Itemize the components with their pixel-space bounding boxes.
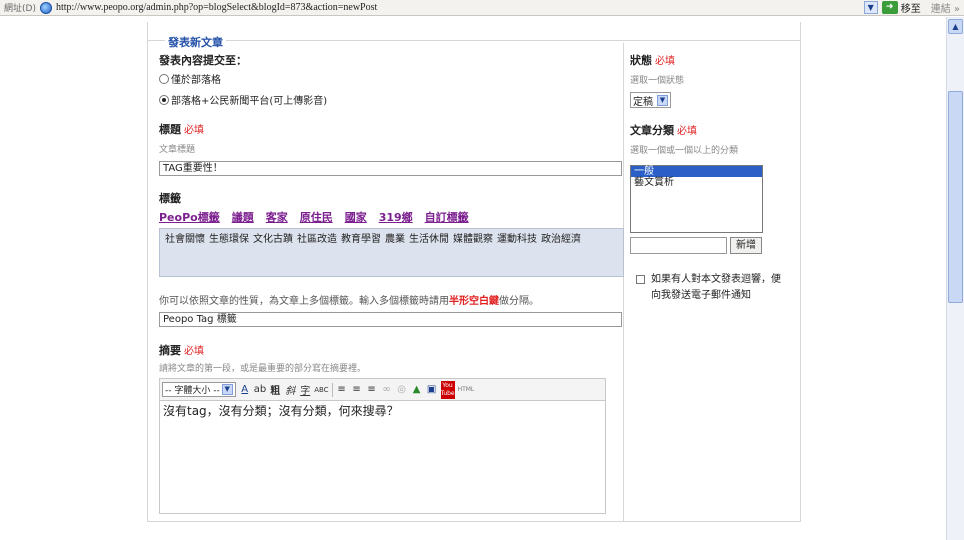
- go-button[interactable]: 移至: [901, 0, 921, 15]
- chevron-down-icon: ▼: [657, 94, 668, 106]
- italic-button[interactable]: 斜: [284, 382, 296, 397]
- tag-item[interactable]: 運動科技: [497, 234, 537, 245]
- add-category-row: 新增: [630, 237, 795, 254]
- scrollbar-thumb[interactable]: [948, 91, 963, 303]
- youtube-icon[interactable]: You Tube: [440, 380, 455, 399]
- tag-tab-hakka[interactable]: 客家: [266, 209, 288, 225]
- title-label: 標題: [159, 123, 181, 136]
- tag-category-nav: PeoPo標籤 議題 客家 原住民 國家 319鄉 自訂標籤: [159, 209, 624, 225]
- tag-item[interactable]: 社區改造: [297, 234, 337, 245]
- tags-instruction-text: 你可以依照文章的性質，為文章上多個標籤。輸入多個標籤時請用: [159, 296, 449, 307]
- font-color-icon[interactable]: A: [239, 384, 251, 395]
- insert-image-icon[interactable]: ▲: [411, 384, 423, 395]
- address-input[interactable]: http://www.peopo.org/admin.php?op=blogSe…: [56, 2, 864, 13]
- tag-item[interactable]: 生活休閒: [409, 234, 449, 245]
- notify-label: 如果有人對本文發表迴響，便向我發送電子郵件通知: [651, 274, 781, 301]
- address-dropdown-icon[interactable]: ▼: [863, 1, 878, 14]
- add-category-button[interactable]: 新增: [730, 237, 762, 254]
- title-input[interactable]: TAG重要性！: [159, 161, 622, 176]
- tag-tab-issues[interactable]: 議題: [232, 209, 254, 225]
- insert-media-icon[interactable]: ▣: [426, 384, 438, 395]
- radio-blog-only[interactable]: [159, 73, 169, 84]
- font-size-value: -- 字體大小 --: [165, 386, 220, 396]
- tag-tab-country[interactable]: 國家: [345, 209, 367, 225]
- tag-item[interactable]: 教育學習: [341, 234, 381, 245]
- new-category-input[interactable]: [630, 237, 727, 254]
- go-arrow-icon[interactable]: ➜: [881, 1, 898, 14]
- post-to-option-blog[interactable]: 僅於部落格: [159, 71, 624, 86]
- summary-hint: 請將文章的第一段，或是最重要的部分寫在摘要裡。: [159, 364, 367, 374]
- summary-editor[interactable]: 沒有tag，沒有分類；沒有分類，何來搜尋？: [159, 400, 606, 514]
- tags-instruction: 你可以依照文章的性質，為文章上多個標籤。輸入多個標籤時請用半形空白鍵做分隔。: [159, 293, 624, 310]
- chevron-down-icon: ▼: [221, 384, 233, 395]
- category-option[interactable]: 一般: [631, 166, 762, 177]
- toolbar-separator: [331, 382, 333, 397]
- required-marker: 必填: [184, 346, 204, 357]
- status-select[interactable]: 定稿 ▼: [630, 92, 671, 108]
- tag-tab-peopo[interactable]: PeoPo標籤: [159, 209, 220, 225]
- tag-item[interactable]: 媒體觀察: [453, 234, 493, 245]
- html-source-icon[interactable]: HTML: [458, 386, 475, 393]
- align-right-icon[interactable]: ≡: [366, 384, 378, 395]
- category-label: 文章分類: [630, 124, 674, 137]
- tag-item[interactable]: 文化古蹟: [253, 234, 293, 245]
- tags-label: 標籤: [159, 192, 181, 205]
- category-option[interactable]: 藝文賞析: [631, 177, 762, 188]
- radio-label: 部落格+公民新聞平台(可上傳影音): [171, 96, 328, 107]
- frame-title: 發表新文章: [165, 34, 226, 50]
- scroll-up-icon[interactable]: ▲: [948, 19, 963, 34]
- unlink-icon[interactable]: ◎: [396, 384, 408, 395]
- link-icon[interactable]: ∞: [381, 384, 393, 395]
- bold-button[interactable]: 粗: [269, 382, 281, 397]
- tag-tab-319[interactable]: 319鄉: [379, 209, 413, 225]
- category-hint: 選取一個或一個以上的分類: [630, 146, 739, 156]
- align-left-icon[interactable]: ≡: [336, 384, 348, 395]
- tag-tab-custom[interactable]: 自訂標籤: [425, 209, 469, 225]
- tag-item[interactable]: 政治經濟: [541, 234, 581, 245]
- title-hint: 文章標題: [159, 145, 196, 155]
- notify-checkbox[interactable]: [636, 275, 645, 284]
- address-label: 網址(D): [4, 4, 36, 14]
- underline-button[interactable]: 字: [299, 382, 311, 397]
- radio-blog-and-platform[interactable]: [159, 94, 169, 105]
- tag-item[interactable]: 農業: [385, 234, 405, 245]
- required-marker: 必填: [655, 56, 675, 67]
- align-center-icon[interactable]: ≡: [351, 384, 363, 395]
- tag-tab-aboriginal[interactable]: 原住民: [300, 209, 333, 225]
- side-column: 狀態 必填 選取一個狀態 定稿 ▼ 文章分類 必填 選取一個或一個以上的分類 一般 藝…: [630, 52, 795, 304]
- font-size-select[interactable]: -- 字體大小 -- ▼: [162, 382, 236, 397]
- summary-label: 摘要: [159, 344, 181, 357]
- tags-instruction-highlight: 半形空白鍵: [449, 296, 499, 307]
- strikethrough-button[interactable]: ABC: [314, 386, 328, 394]
- address-bar: 網址(D) http://www.peopo.org/admin.php?op=…: [0, 0, 964, 16]
- tags-input[interactable]: Peopo Tag 標籤: [159, 312, 622, 327]
- status-hint: 選取一個狀態: [630, 76, 685, 86]
- tag-suggestions-box: 社會關懷 生態環保 文化古蹟 社區改造 教育學習 農業 生活休閒 媒體觀察 運動科技 政治經濟: [159, 228, 624, 277]
- ie-page-icon: [39, 1, 52, 14]
- category-listbox[interactable]: 一般 藝文賞析: [630, 165, 763, 233]
- frame-top-border: [147, 40, 801, 41]
- tag-item[interactable]: 生態環保: [209, 234, 249, 245]
- post-to-label: 發表內容提交至：: [159, 54, 247, 67]
- tag-item[interactable]: 社會關懷: [165, 234, 205, 245]
- editor-toolbar: -- 字體大小 -- ▼ A ab 粗 斜 字 ABC ≡ ≡ ≡ ∞ ◎ ▲ ▣…: [159, 378, 606, 400]
- tags-instruction-end: 做分隔。: [499, 296, 539, 307]
- links-button[interactable]: 連結 »: [931, 0, 960, 15]
- radio-label: 僅於部落格: [171, 75, 221, 86]
- main-column: 發表內容提交至： 僅於部落格 部落格+公民新聞平台(可上傳影音) 標題 必填 文章…: [159, 52, 624, 514]
- status-value: 定稿: [633, 96, 653, 108]
- required-marker: 必填: [184, 125, 204, 136]
- highlight-color-icon[interactable]: ab: [254, 384, 266, 395]
- status-label: 狀態: [630, 54, 652, 67]
- required-marker: 必填: [677, 126, 697, 137]
- vertical-scrollbar[interactable]: ▲: [946, 17, 964, 540]
- post-to-option-platform[interactable]: 部落格+公民新聞平台(可上傳影音): [159, 92, 624, 107]
- notify-option[interactable]: 如果有人對本文發表迴響，便向我發送電子郵件通知: [630, 272, 795, 304]
